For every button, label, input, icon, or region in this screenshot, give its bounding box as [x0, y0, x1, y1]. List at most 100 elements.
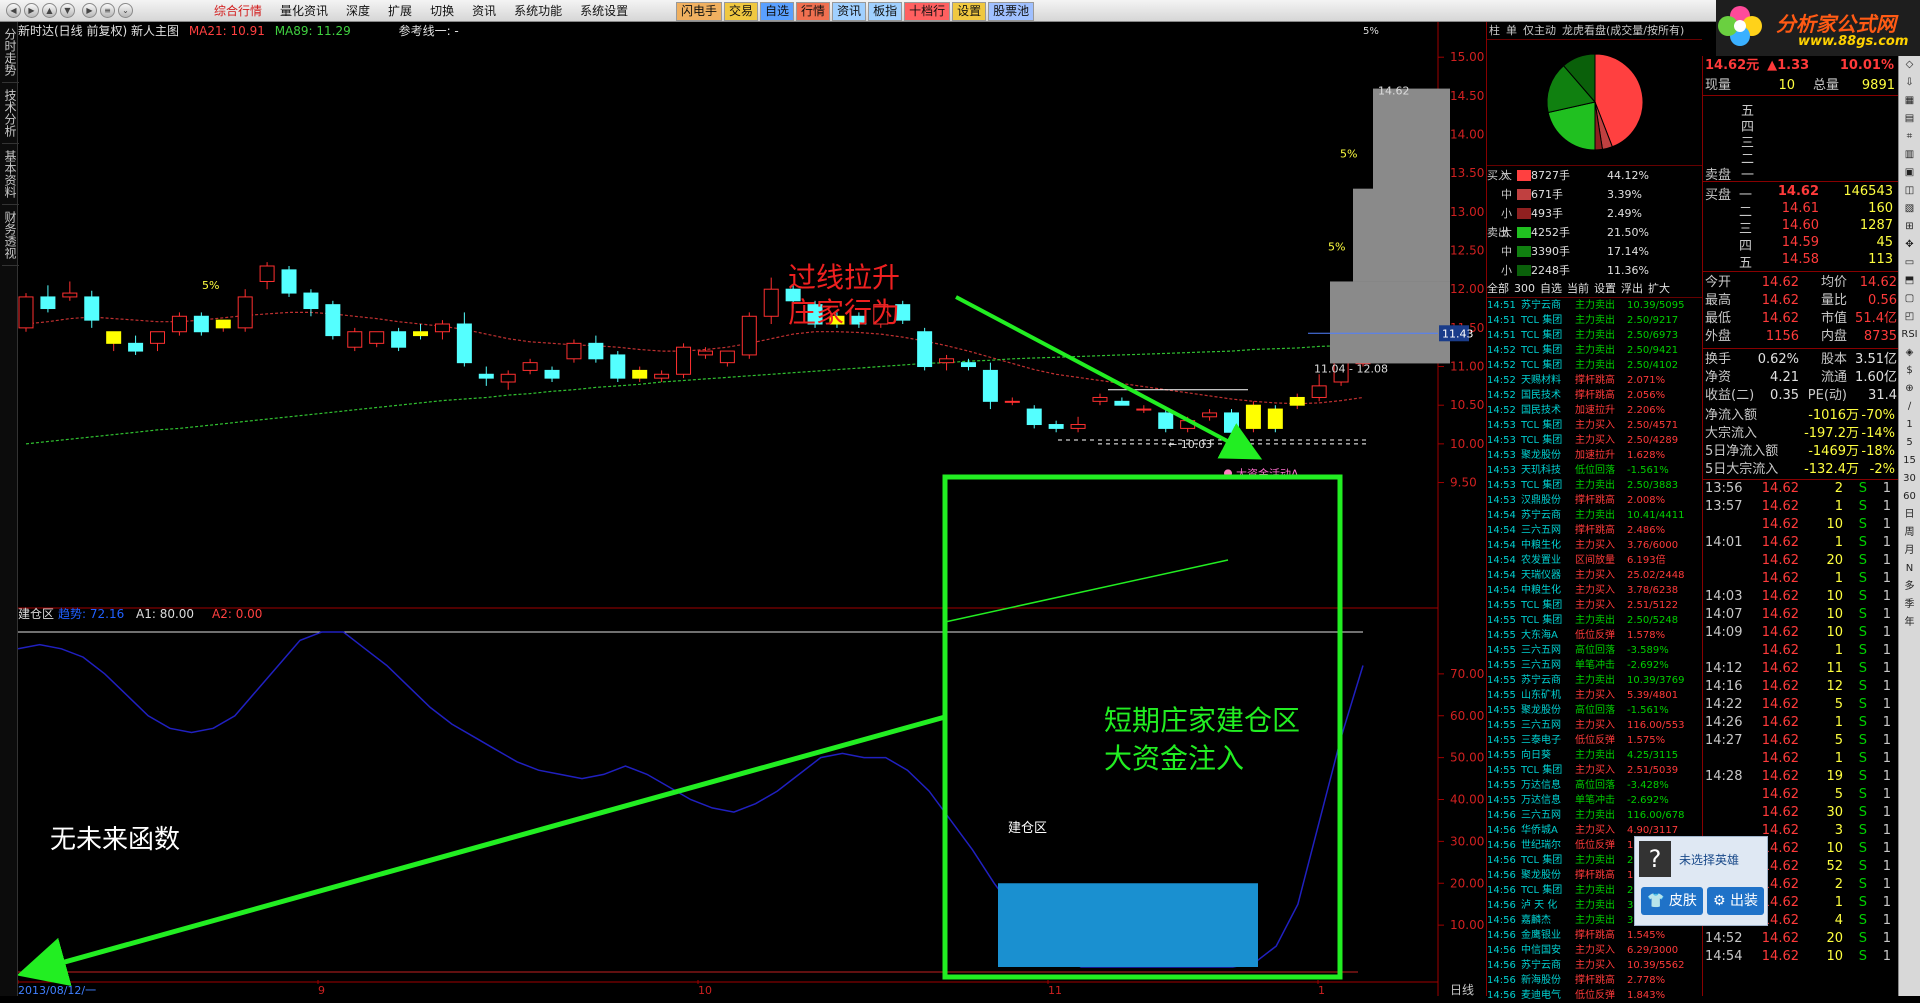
- side-tab-0[interactable]: 分时走势: [2, 22, 19, 83]
- toolbar-item-16[interactable]: ◈: [1899, 344, 1920, 362]
- equip-button[interactable]: ⚙ 出装: [1707, 887, 1765, 915]
- tick-row[interactable]: 14:55 万达信息 单笔冲击 -2.692%: [1487, 793, 1702, 808]
- tick-row[interactable]: 14:56 三六五网 主力卖出 116.00/678: [1487, 808, 1702, 823]
- tick-row[interactable]: 14:52 TCL 集团 主力卖出 2.50/4102: [1487, 358, 1702, 373]
- quick-button-4[interactable]: 资讯: [832, 2, 867, 21]
- back-icon[interactable]: ◀: [6, 3, 21, 18]
- toolbar-item-12[interactable]: ⬒: [1899, 272, 1920, 290]
- tick-row[interactable]: 14:53 汉鼎股份 撑杆跳高 2.008%: [1487, 493, 1702, 508]
- side-tab-1[interactable]: 技术分析: [2, 83, 19, 144]
- toolbar-item-15[interactable]: RSI: [1899, 326, 1920, 344]
- toolbar-item-9[interactable]: ⊞: [1899, 218, 1920, 236]
- tick-row[interactable]: 14:52 TCL 集团 主力卖出 2.50/9421: [1487, 343, 1702, 358]
- toolbar-item-13[interactable]: ▢: [1899, 290, 1920, 308]
- up-icon[interactable]: ▲: [42, 3, 57, 18]
- collapse-icon[interactable]: ⌄: [118, 3, 133, 18]
- tick-row[interactable]: 14:54 苏宁云商 主力卖出 10.41/4411: [1487, 508, 1702, 523]
- quick-button-6[interactable]: 十档行: [904, 2, 951, 21]
- bottom-tab-4[interactable]: 设置: [1594, 280, 1616, 297]
- toolbar-item-3[interactable]: ▤: [1899, 110, 1920, 128]
- toolbar-item-27[interactable]: 月: [1899, 542, 1920, 560]
- toolbar-item-11[interactable]: ▭: [1899, 254, 1920, 272]
- side-tab-2[interactable]: 基本资料: [2, 144, 19, 205]
- tick-row[interactable]: 14:51 苏宁云商 主力卖出 10.39/5095: [1487, 298, 1702, 313]
- toolbar-item-30[interactable]: 季: [1899, 596, 1920, 614]
- panel-tab-1[interactable]: 单: [1506, 22, 1517, 39]
- tick-row[interactable]: 14:55 万达信息 高位回落 -3.428%: [1487, 778, 1702, 793]
- bottom-tab-1[interactable]: 300: [1514, 280, 1535, 297]
- quick-button-8[interactable]: 股票池: [988, 2, 1035, 21]
- panel-tab-3[interactable]: 龙虎看盘(成交量/按所有): [1562, 22, 1684, 39]
- bottom-tab-0[interactable]: 全部: [1487, 280, 1509, 297]
- menu-item-1[interactable]: 量化资讯: [271, 4, 337, 18]
- toolbar-item-17[interactable]: $: [1899, 362, 1920, 380]
- menu-item-6[interactable]: 系统功能: [505, 4, 571, 18]
- tick-row[interactable]: 14:54 中粮生化 主力买入 3.76/6000: [1487, 538, 1702, 553]
- buy-level[interactable]: 五 14.58 113: [1739, 252, 1895, 271]
- toolbar-item-10[interactable]: ✥: [1899, 236, 1920, 254]
- toolbar-item-7[interactable]: ◫: [1899, 182, 1920, 200]
- menu-icon[interactable]: ≡: [100, 3, 115, 18]
- menu-item-3[interactable]: 扩展: [379, 4, 421, 18]
- toolbar-item-1[interactable]: ⇩: [1899, 74, 1920, 92]
- tick-row[interactable]: 14:55 三六五网 单笔冲击 -2.692%: [1487, 658, 1702, 673]
- toolbar-item-8[interactable]: ▧: [1899, 200, 1920, 218]
- tick-row[interactable]: 14:56 苏宁云商 主力买入 10.39/5562: [1487, 958, 1702, 973]
- tick-row[interactable]: 14:54 中粮生化 主力买入 3.78/6238: [1487, 583, 1702, 598]
- tick-row[interactable]: 14:54 农发置业 区间放量 6.193倍: [1487, 553, 1702, 568]
- tick-row[interactable]: 14:55 山东矿机 主力买入 5.39/4801: [1487, 688, 1702, 703]
- toolbar-item-22[interactable]: 15: [1899, 452, 1920, 470]
- bottom-tab-3[interactable]: 当前: [1567, 280, 1589, 297]
- down-icon[interactable]: ▼: [60, 3, 75, 18]
- quick-button-3[interactable]: 行情: [796, 2, 831, 21]
- tick-row[interactable]: 14:53 TCL 集团 主力买入 2.50/4571: [1487, 418, 1702, 433]
- bottom-tab-5[interactable]: 浮出: [1621, 280, 1643, 297]
- menu-item-4[interactable]: 切换: [421, 4, 463, 18]
- tick-row[interactable]: 14:53 TCL 集团 主力卖出 2.50/3883: [1487, 478, 1702, 493]
- toolbar-item-14[interactable]: ◰: [1899, 308, 1920, 326]
- tick-row[interactable]: 14:54 三六五网 撑杆跳高 2.486%: [1487, 523, 1702, 538]
- forward-icon[interactable]: ▶: [24, 3, 39, 18]
- toolbar-item-29[interactable]: 多: [1899, 578, 1920, 596]
- toolbar-item-26[interactable]: 周: [1899, 524, 1920, 542]
- tick-row[interactable]: 14:55 TCL 集团 主力买入 2.51/5039: [1487, 763, 1702, 778]
- tick-row[interactable]: 14:55 三六五网 主力买入 116.00/553: [1487, 718, 1702, 733]
- toolbar-item-28[interactable]: N: [1899, 560, 1920, 578]
- tick-row[interactable]: 14:52 国民技术 加速拉升 2.206%: [1487, 403, 1702, 418]
- play-icon[interactable]: ▶: [82, 3, 97, 18]
- toolbar-item-6[interactable]: ▣: [1899, 164, 1920, 182]
- tick-row[interactable]: 14:55 TCL 集团 主力买入 2.51/5122: [1487, 598, 1702, 613]
- toolbar-item-2[interactable]: ▦: [1899, 92, 1920, 110]
- tick-row[interactable]: 14:55 向日葵 主力卖出 4.25/3115: [1487, 748, 1702, 763]
- tick-row[interactable]: 14:51 TCL 集团 主力卖出 2.50/9217: [1487, 313, 1702, 328]
- menu-item-2[interactable]: 深度: [337, 4, 379, 18]
- tick-row[interactable]: 14:56 中信国安 主力买入 6.29/3000: [1487, 943, 1702, 958]
- quick-button-2[interactable]: 自选: [760, 2, 795, 21]
- skin-button[interactable]: 👕 皮肤: [1641, 887, 1703, 915]
- tick-row[interactable]: 14:55 苏宁云商 主力卖出 10.39/3769: [1487, 673, 1702, 688]
- tick-row[interactable]: 14:54 天瑞仪器 主力买入 25.02/2448: [1487, 568, 1702, 583]
- toolbar-item-31[interactable]: 年: [1899, 614, 1920, 632]
- menu-item-7[interactable]: 系统设置: [571, 4, 637, 18]
- toolbar-item-18[interactable]: ⊕: [1899, 380, 1920, 398]
- quick-button-5[interactable]: 板指: [868, 2, 903, 21]
- tick-row[interactable]: 14:53 天玑科技 低位回落 -1.561%: [1487, 463, 1702, 478]
- tick-row[interactable]: 14:56 金鹰银业 撑杆跳高 1.545%: [1487, 928, 1702, 943]
- menu-item-0[interactable]: 综合行情: [205, 4, 271, 18]
- toolbar-item-21[interactable]: 5: [1899, 434, 1920, 452]
- quick-button-1[interactable]: 交易: [724, 2, 759, 21]
- tick-row[interactable]: 14:53 TCL 集团 主力买入 2.50/4289: [1487, 433, 1702, 448]
- tick-row[interactable]: 14:55 聚龙股份 高位回落 -1.561%: [1487, 703, 1702, 718]
- tick-row[interactable]: 14:52 天赐材料 撑杆跳高 2.071%: [1487, 373, 1702, 388]
- panel-tab-0[interactable]: 柱: [1489, 22, 1500, 39]
- toolbar-item-4[interactable]: ⌗: [1899, 128, 1920, 146]
- toolbar-item-20[interactable]: 1: [1899, 416, 1920, 434]
- side-tab-3[interactable]: 财务透视: [2, 205, 19, 266]
- tick-row[interactable]: 14:56 新海股份 撑杆跳高 2.778%: [1487, 973, 1702, 988]
- tick-row[interactable]: 14:55 大东海A 低位反弹 1.578%: [1487, 628, 1702, 643]
- tick-row[interactable]: 14:55 TCL 集团 主力卖出 2.50/5248: [1487, 613, 1702, 628]
- menu-item-5[interactable]: 资讯: [463, 4, 505, 18]
- toolbar-item-25[interactable]: 日: [1899, 506, 1920, 524]
- tick-row[interactable]: 14:55 三泰电子 低位反弹 1.575%: [1487, 733, 1702, 748]
- quick-button-0[interactable]: 闪电手: [676, 2, 723, 21]
